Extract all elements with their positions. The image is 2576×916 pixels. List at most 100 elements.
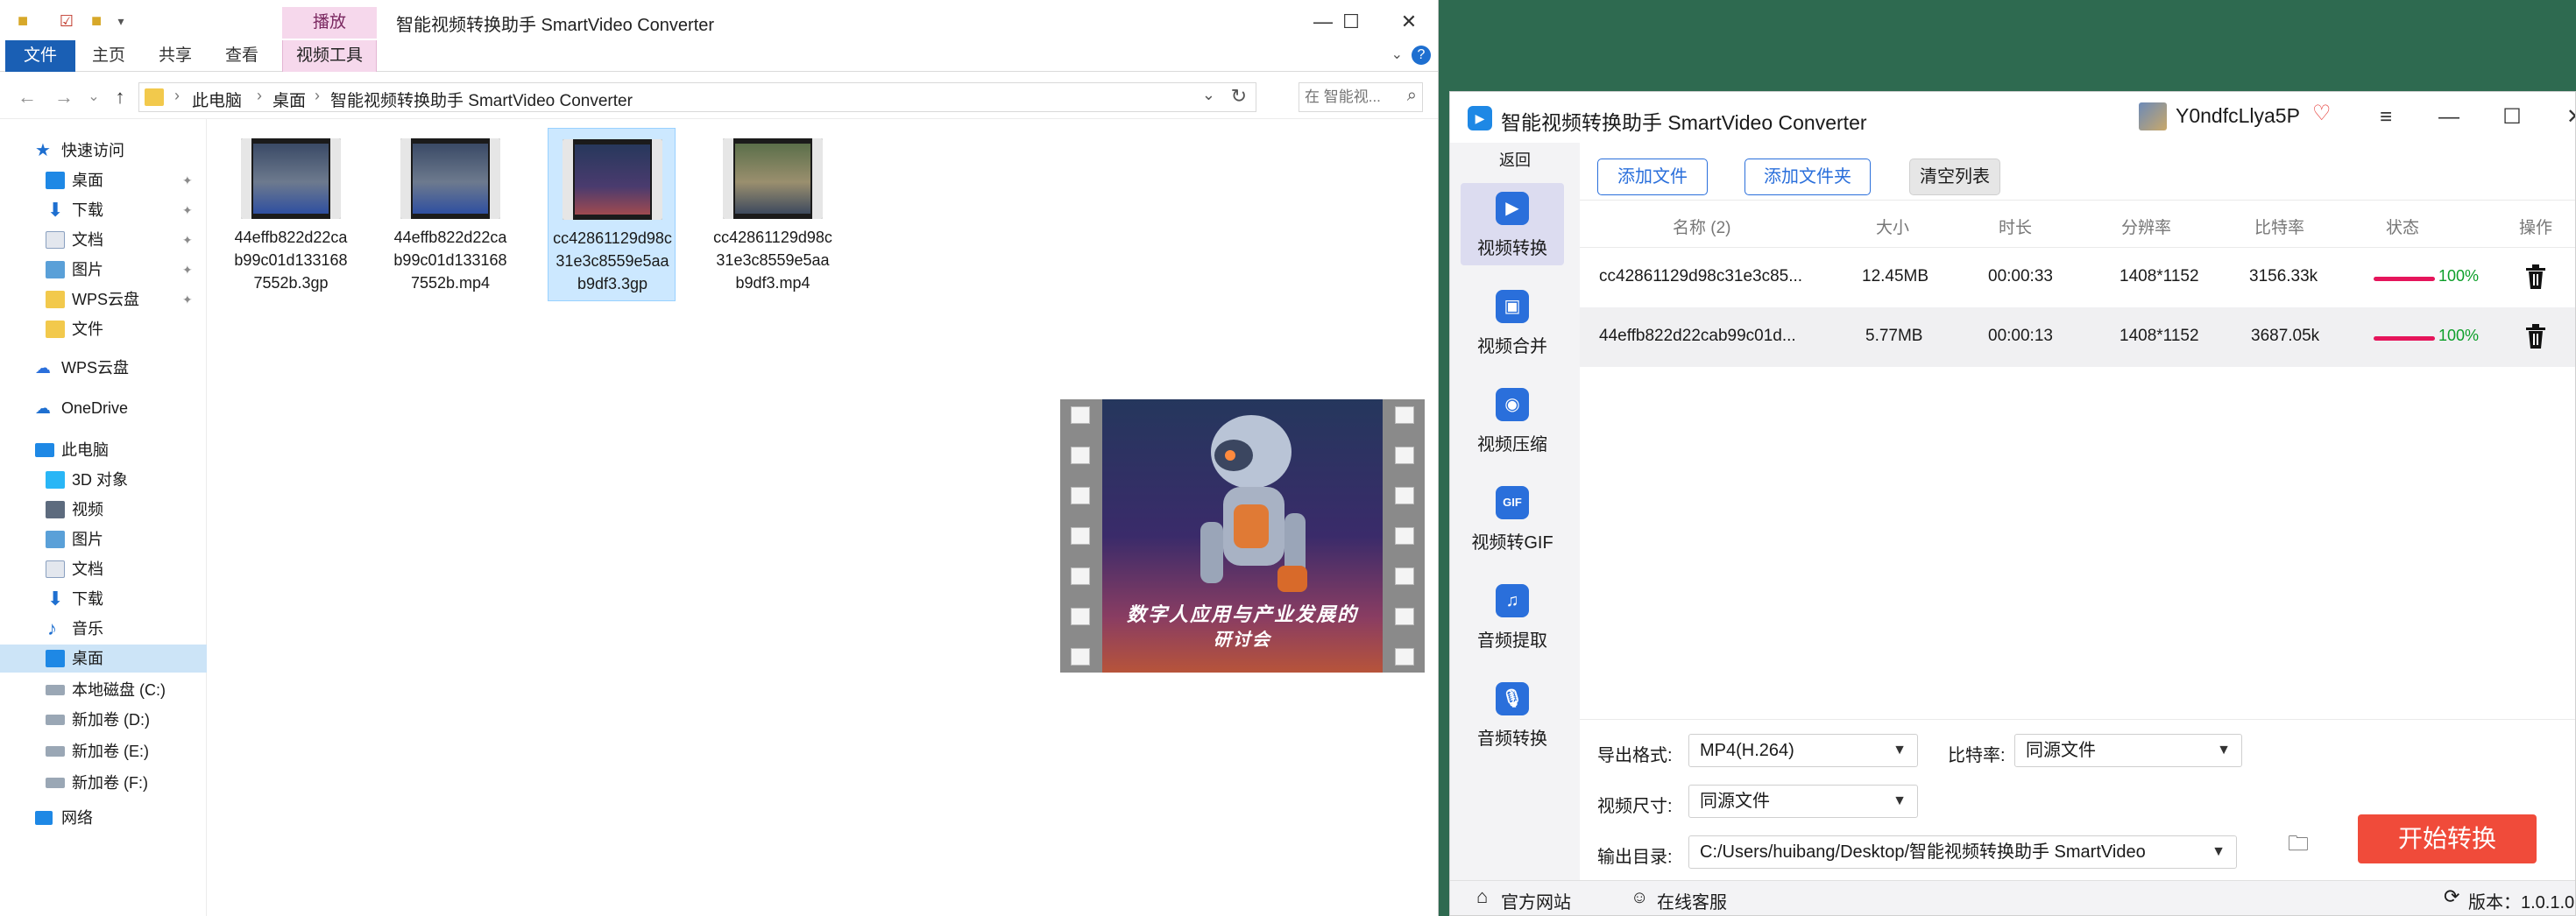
- tab-file[interactable]: 文件: [5, 40, 75, 72]
- support-icon[interactable]: ☺: [1631, 888, 1648, 908]
- close-button[interactable]: ✕: [1381, 0, 1437, 44]
- column-header-size[interactable]: 大小: [1876, 215, 1909, 238]
- recent-dropdown-icon[interactable]: ⌄: [81, 84, 107, 110]
- search-icon[interactable]: ⌕: [1407, 86, 1417, 106]
- sidebar-item-audio-extract[interactable]: ♫ 音频提取: [1461, 575, 1564, 658]
- document-icon: [46, 560, 65, 578]
- table-row[interactable]: cc42861129d98c31e3c85... 12.45MB 00:00:3…: [1580, 248, 2575, 307]
- add-file-button[interactable]: 添加文件: [1597, 159, 1708, 195]
- expand-ribbon-icon[interactable]: ⌄: [1391, 46, 1403, 63]
- address-dropdown-icon[interactable]: ⌄: [1202, 86, 1215, 104]
- qat-dropdown-icon[interactable]: ▾: [110, 11, 131, 32]
- nav-pc-downloads[interactable]: ⬇ 下载: [0, 585, 207, 613]
- sidebar-item-video-compress[interactable]: ◉ 视频压缩: [1461, 379, 1564, 462]
- sidebar-item-label: 视频转GIF: [1471, 533, 1553, 553]
- nav-onedrive[interactable]: ☁ OneDrive: [0, 394, 207, 422]
- table-row[interactable]: 44effb822d22cab99c01d... 5.77MB 00:00:13…: [1580, 307, 2575, 367]
- username[interactable]: Y0ndfcLlya5P: [2176, 104, 2300, 128]
- format-value: MP4(H.264): [1700, 741, 1794, 760]
- column-header-bitrate[interactable]: 比特率: [2254, 215, 2304, 238]
- back-arrow-icon[interactable]: ←: [14, 84, 40, 110]
- column-header-name[interactable]: 名称 (2): [1673, 215, 1731, 238]
- size-select[interactable]: 同源文件 ▼: [1688, 785, 1918, 818]
- table-header: 名称 (2) 大小 时长 分辨率 比特率 状态 操作: [1580, 201, 2575, 248]
- nav-videos[interactable]: 视频: [0, 496, 207, 524]
- tab-video-tools[interactable]: 视频工具: [282, 40, 377, 72]
- nav-3d-objects[interactable]: 3D 对象: [0, 466, 207, 494]
- column-header-resolution[interactable]: 分辨率: [2121, 215, 2171, 238]
- file-item[interactable]: 44effb822d22cab99c01d1331687552b.3gp: [227, 128, 355, 301]
- tab-home[interactable]: 主页: [77, 40, 140, 72]
- nav-pc-pictures[interactable]: 图片: [0, 525, 207, 553]
- sidebar-item-audio-convert[interactable]: 🎙 音频转换: [1461, 673, 1564, 756]
- minimize-button[interactable]: —: [2430, 101, 2468, 134]
- nav-files[interactable]: 文件: [0, 315, 207, 343]
- nav-drive-d[interactable]: 新加卷 (D:): [0, 706, 207, 734]
- home-icon[interactable]: ⌂: [1476, 885, 1488, 908]
- breadcrumb-this-pc[interactable]: 此电脑: [192, 88, 242, 111]
- nav-pc-documents[interactable]: 文档: [0, 555, 207, 583]
- vip-diamond-icon[interactable]: ♡: [2312, 101, 2332, 126]
- trash-icon[interactable]: [2524, 264, 2547, 290]
- nav-quick-access[interactable]: ★ 快速访问: [0, 137, 207, 165]
- start-convert-button[interactable]: 开始转换: [2358, 814, 2537, 863]
- output-dir-select[interactable]: C:/Users/huibang/Desktop/智能视频转换助手 SmartV…: [1688, 835, 2237, 869]
- tab-view[interactable]: 查看: [210, 40, 273, 72]
- breadcrumb-desktop[interactable]: 桌面: [272, 88, 306, 111]
- file-item[interactable]: 44effb822d22cab99c01d1331687552b.mp4: [386, 128, 514, 301]
- update-icon[interactable]: ⟳: [2444, 885, 2459, 908]
- cell-bitrate: 3687.05k: [2251, 327, 2320, 345]
- address-bar[interactable]: › 此电脑 › 桌面 › 智能视频转换助手 SmartVideo Convert…: [138, 82, 1256, 112]
- nav-drive-c[interactable]: 本地磁盘 (C:): [0, 676, 207, 704]
- maximize-button[interactable]: ☐: [2493, 101, 2531, 134]
- status-bar: ⌂ 官方网站 ☺ 在线客服 ⟳ 版本：1.0.1.0: [1450, 880, 2575, 915]
- search-input[interactable]: [1305, 87, 1392, 108]
- nav-music[interactable]: ♪ 音乐: [0, 615, 207, 643]
- add-folder-button[interactable]: 添加文件夹: [1744, 159, 1871, 195]
- nav-this-pc[interactable]: 此电脑: [0, 436, 207, 464]
- new-folder-icon[interactable]: ■: [86, 11, 107, 32]
- nav-label: 图片: [72, 261, 103, 278]
- breadcrumb-folder[interactable]: 智能视频转换助手 SmartVideo Converter: [330, 88, 633, 111]
- refresh-icon[interactable]: ↻: [1231, 85, 1247, 108]
- column-header-status[interactable]: 状态: [2386, 215, 2419, 238]
- sidebar-item-video-to-gif[interactable]: GIF 视频转GIF: [1461, 477, 1564, 560]
- nav-pc-desktop[interactable]: 桌面: [0, 645, 207, 673]
- nav-pictures[interactable]: 图片 ✦: [0, 256, 207, 284]
- clear-list-button[interactable]: 清空列表: [1909, 159, 2000, 195]
- video-compress-icon: ◉: [1496, 388, 1529, 421]
- nav-desktop[interactable]: 桌面 ✦: [0, 166, 207, 194]
- menu-icon[interactable]: ≡: [2367, 101, 2405, 134]
- close-button[interactable]: ✕: [2556, 101, 2575, 134]
- nav-drive-e[interactable]: 新加卷 (E:): [0, 737, 207, 765]
- tab-share[interactable]: 共享: [144, 40, 207, 72]
- forward-arrow-icon[interactable]: →: [51, 84, 77, 110]
- nav-network[interactable]: 网络: [0, 804, 207, 832]
- sidebar-item-video-convert[interactable]: ▶ 视频转换: [1461, 183, 1564, 265]
- nav-wps-pinned[interactable]: WPS云盘 ✦: [0, 285, 207, 314]
- help-icon[interactable]: ?: [1412, 46, 1431, 65]
- open-folder-icon[interactable]: 🗀: [2288, 828, 2309, 864]
- maximize-button[interactable]: ☐: [1323, 0, 1379, 44]
- file-item-selected[interactable]: cc42861129d98c31e3c8559e5aab9df3.3gp: [548, 128, 676, 301]
- folder-icon[interactable]: ■: [12, 11, 33, 32]
- column-header-duration[interactable]: 时长: [1999, 215, 2032, 238]
- nav-wps-cloud[interactable]: ☁ WPS云盘: [0, 354, 207, 382]
- back-button[interactable]: 返回: [1450, 148, 1580, 173]
- format-select[interactable]: MP4(H.264) ▼: [1688, 734, 1918, 767]
- sidebar-item-video-merge[interactable]: ▣ 视频合并: [1461, 281, 1564, 363]
- trash-icon[interactable]: [2524, 323, 2547, 349]
- nav-drive-f[interactable]: 新加卷 (F:): [0, 769, 207, 797]
- properties-icon[interactable]: ☑: [56, 11, 77, 32]
- crumb-separator: ›: [257, 87, 262, 104]
- website-link[interactable]: 官方网站: [1501, 888, 1571, 913]
- nav-documents[interactable]: 文档 ✦: [0, 226, 207, 254]
- bitrate-select[interactable]: 同源文件 ▼: [2014, 734, 2242, 767]
- search-box[interactable]: ⌕: [1299, 82, 1423, 112]
- pin-icon: ✦: [182, 263, 193, 277]
- file-item[interactable]: cc42861129d98c31e3c8559e5aab9df3.mp4: [709, 128, 837, 301]
- nav-downloads[interactable]: ⬇ 下载 ✦: [0, 196, 207, 224]
- support-link[interactable]: 在线客服: [1657, 888, 1727, 913]
- up-arrow-icon[interactable]: ↑: [107, 84, 133, 110]
- avatar[interactable]: [2139, 102, 2167, 130]
